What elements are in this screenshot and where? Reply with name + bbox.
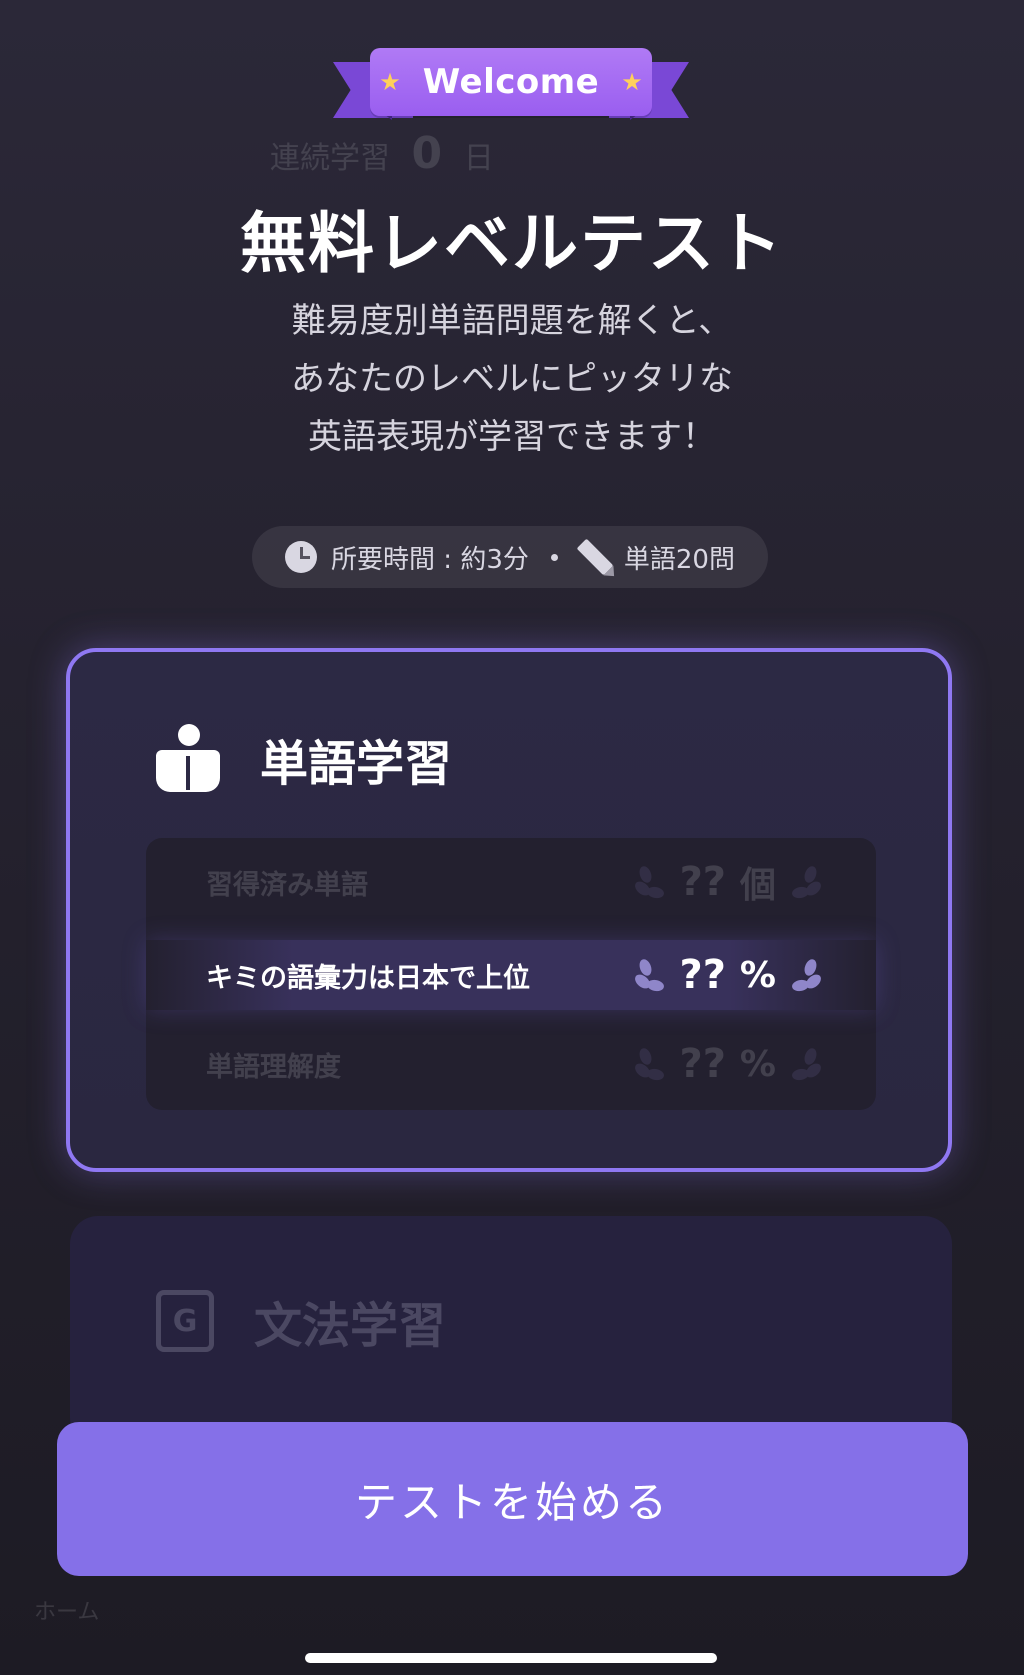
- separator-dot: [550, 553, 558, 561]
- stat-row-vocabulary-rank: キミの語彙力は日本で上位 ?? %: [146, 940, 876, 1010]
- welcome-ribbon: ★ Welcome ★: [333, 48, 689, 130]
- home-indicator[interactable]: [305, 1653, 717, 1663]
- stat-row-comprehension: 単語理解度 ?? %: [146, 1034, 876, 1094]
- stat-label: 単語理解度: [206, 1051, 341, 1083]
- reading-book-icon: [156, 724, 220, 794]
- stat-unit: 個: [739, 865, 776, 906]
- stat-unit: %: [739, 954, 776, 996]
- background-tab-bar: ホーム: [34, 1600, 100, 1625]
- laurel-right-icon: [790, 1046, 824, 1082]
- stat-label: 習得済み単語: [206, 869, 368, 901]
- stat-number: ??: [679, 952, 726, 998]
- laurel-right-icon: [790, 864, 824, 900]
- duration-text: 所要時間 : 約3分: [331, 544, 529, 575]
- vocabulary-card-title: 単語学習: [260, 736, 453, 792]
- vocabulary-card-header: 単語学習: [156, 724, 452, 794]
- start-test-button[interactable]: テストを始める: [57, 1422, 968, 1576]
- stat-row-learned-words: 習得済み単語 ?? 個: [146, 852, 876, 912]
- welcome-text: Welcome: [422, 62, 600, 102]
- grammar-g-icon: G: [156, 1290, 214, 1352]
- laurel-right-icon: [790, 957, 824, 993]
- laurel-left-icon: [631, 1046, 666, 1082]
- pencil-icon: [576, 538, 614, 576]
- grammar-card-title: 文法学習: [254, 1298, 447, 1354]
- subtitle-line: 英語表現が学習できます！: [308, 417, 716, 457]
- laurel-left-icon: [632, 864, 666, 900]
- stat-value: ?? %: [631, 952, 824, 998]
- stat-number: ??: [679, 859, 726, 905]
- subtitle-line: 難易度別単語問題を解くと、: [291, 301, 733, 341]
- page-subtitle: 難易度別単語問題を解くと、 あなたのレベルにピッタリな 英語表現が学習できます！: [0, 292, 1024, 466]
- ribbon-banner: ★ Welcome ★: [370, 48, 652, 116]
- subtitle-line: あなたのレベルにピッタリな: [291, 359, 733, 399]
- stat-value: ?? 個: [632, 856, 824, 908]
- grammar-card-header: G 文法学習: [156, 1286, 446, 1356]
- vocabulary-stats: 習得済み単語 ?? 個 キミの語彙力は日本で上位 ?? % 単語理解度 ?? %: [146, 838, 876, 1110]
- grammar-card: G 文法学習: [70, 1216, 952, 1446]
- laurel-left-icon: [631, 957, 666, 993]
- stat-unit: %: [739, 1043, 776, 1085]
- stat-value: ?? %: [631, 1041, 824, 1087]
- background-streak: 連続学習 0 日: [270, 128, 494, 179]
- question-count-text: 単語20問: [623, 544, 735, 575]
- vocabulary-card[interactable]: 単語学習 習得済み単語 ?? 個 キミの語彙力は日本で上位 ?? % 単語理解度: [66, 648, 952, 1172]
- page-title: 無料レベルテスト: [240, 205, 784, 282]
- test-info-pill: 所要時間 : 約3分 単語20問: [252, 526, 768, 588]
- stat-label: キミの語彙力は日本で上位: [206, 962, 530, 994]
- star-icon: ★: [379, 68, 401, 96]
- clock-icon: [285, 541, 318, 573]
- star-icon: ★: [621, 68, 643, 96]
- stat-number: ??: [679, 1041, 726, 1087]
